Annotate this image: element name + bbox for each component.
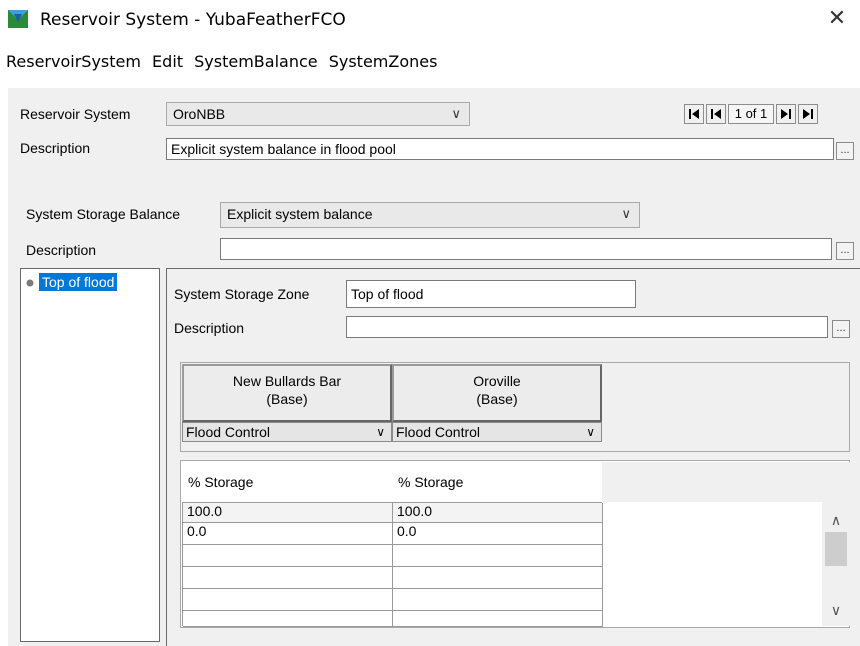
record-position: 1 of 1 [728, 104, 774, 124]
app-icon [8, 10, 28, 28]
last-record-button[interactable] [798, 104, 818, 124]
table-cell[interactable]: 0.0 [393, 523, 603, 545]
column-header-name: Oroville [473, 373, 521, 389]
system-storage-zone-label: System Storage Zone [174, 286, 310, 302]
table-cell[interactable]: 100.0 [183, 503, 393, 523]
balance-description-edit-button[interactable]: ... [836, 242, 854, 260]
table-cell[interactable] [393, 611, 603, 627]
menu-edit[interactable]: Edit [152, 52, 183, 71]
column-header-subname: (Base) [476, 391, 518, 407]
table-cell[interactable] [183, 611, 393, 627]
table-body: 100.0 100.0 0.0 0.0 [182, 502, 603, 627]
sub-header-percent-storage: % Storage [392, 462, 602, 502]
zone-list-item-label: Top of flood [39, 273, 118, 291]
column-header-new-bullards-bar: New Bullards Bar (Base) [182, 364, 392, 422]
balance-description-field[interactable] [220, 238, 832, 260]
menu-reservoirsystem[interactable]: ReservoirSystem [6, 52, 141, 71]
system-storage-balance-dropdown[interactable]: Explicit system balance ∨ [220, 202, 640, 228]
table-cell[interactable] [393, 589, 603, 611]
zone-description-edit-button[interactable]: ... [832, 320, 850, 338]
column-header-subname: (Base) [266, 391, 308, 407]
menu-bar: ReservoirSystem Edit SystemBalance Syste… [0, 52, 437, 78]
sub-header-filler [602, 462, 850, 502]
table-cell[interactable] [183, 567, 393, 589]
scroll-down-icon[interactable]: ∨ [828, 602, 844, 618]
reservoir-description-label: Description [20, 140, 91, 156]
next-record-button[interactable] [776, 104, 796, 124]
vertical-scrollbar[interactable]: ∧ ∨ [822, 502, 850, 626]
table-cell[interactable] [183, 589, 393, 611]
zone-description-field[interactable] [346, 316, 828, 338]
table-cell[interactable] [183, 545, 393, 567]
reservoir-description-edit-button[interactable]: ... [836, 142, 854, 160]
reservoir-system-dropdown[interactable]: OroNBB ∨ [166, 102, 470, 126]
chevron-down-icon: ∨ [451, 106, 461, 121]
zone-description-label: Description [174, 320, 245, 336]
chevron-down-icon: ∨ [586, 425, 595, 439]
balance-description-label: Description [26, 242, 97, 258]
system-storage-zone-field[interactable]: Top of flood [346, 280, 636, 308]
table-cell[interactable]: 100.0 [393, 503, 603, 523]
sub-header-percent-storage: % Storage [182, 462, 392, 502]
system-storage-balance-value: Explicit system balance [227, 206, 373, 222]
table-cell[interactable] [393, 545, 603, 567]
bullet-icon [26, 279, 34, 287]
rule-dropdown-value: Flood Control [396, 424, 481, 440]
reservoir-system-label: Reservoir System [20, 106, 131, 122]
scroll-up-icon[interactable]: ∧ [828, 512, 844, 528]
close-icon[interactable]: ✕ [822, 6, 852, 34]
scrollbar-thumb[interactable] [825, 532, 847, 566]
rule-dropdown-value: Flood Control [186, 424, 271, 440]
first-record-button[interactable] [684, 104, 704, 124]
rule-dropdown-new-bullards-bar[interactable]: Flood Control ∨ [182, 422, 392, 442]
previous-record-button[interactable] [706, 104, 726, 124]
system-storage-balance-label: System Storage Balance [26, 206, 181, 222]
reservoir-system-value: OroNBB [173, 106, 226, 122]
window-title: Reservoir System - YubaFeatherFCO [40, 10, 346, 30]
rule-dropdown-oroville[interactable]: Flood Control ∨ [392, 422, 602, 442]
reservoir-description-field[interactable]: Explicit system balance in flood pool [166, 138, 834, 160]
column-header-name: New Bullards Bar [232, 373, 342, 389]
title-bar: Reservoir System - YubaFeatherFCO ✕ [0, 0, 860, 40]
menu-systemzones[interactable]: SystemZones [329, 52, 438, 71]
chevron-down-icon: ∨ [621, 206, 631, 221]
zone-list: Top of flood [20, 268, 160, 642]
chevron-down-icon: ∨ [376, 425, 385, 439]
column-header-oroville: Oroville (Base) [392, 364, 602, 422]
menu-systembalance[interactable]: SystemBalance [194, 52, 317, 71]
table-cell[interactable]: 0.0 [183, 523, 393, 545]
zone-list-item[interactable]: Top of flood [25, 273, 155, 293]
table-cell[interactable] [393, 567, 603, 589]
